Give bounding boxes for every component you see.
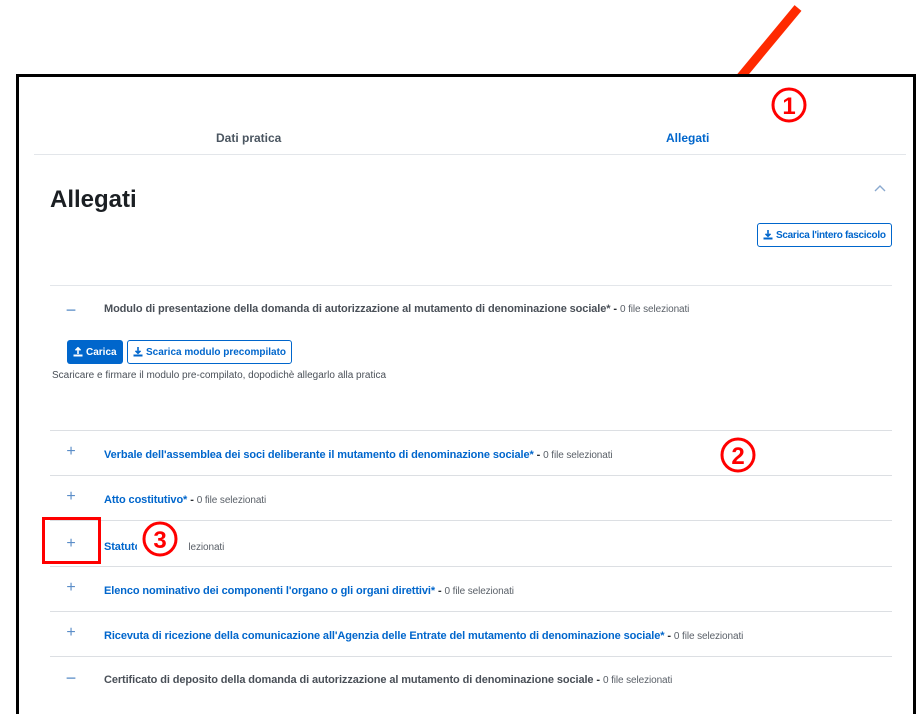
collapse-minus-icon[interactable]: − xyxy=(64,668,78,689)
attachment-label[interactable]: Certificato di deposito della domanda di… xyxy=(104,674,672,686)
download-all-button[interactable]: Scarica l'intero fascicolo xyxy=(757,223,892,247)
svg-text:2: 2 xyxy=(731,443,744,470)
page-title: Allegati xyxy=(50,186,137,213)
upload-hint: Scaricare e firmare il modulo pre-compil… xyxy=(52,370,387,381)
tab-bar: Dati pratica Allegati xyxy=(34,124,906,155)
download-all-label: Scarica l'intero fascicolo xyxy=(776,229,886,241)
attachment-row-elenco: + Elenco nominativo dei componenti l'org… xyxy=(50,566,892,611)
collapse-minus-icon[interactable]: − xyxy=(64,300,78,321)
upload-icon xyxy=(73,347,83,357)
annotation-callout-2: 2 xyxy=(720,437,756,473)
svg-text:1: 1 xyxy=(782,93,795,120)
expand-plus-icon[interactable]: + xyxy=(64,443,78,461)
tab-dati-pratica[interactable]: Dati pratica xyxy=(216,131,281,145)
annotation-callout-3: 3 xyxy=(137,521,189,557)
download-template-label: Scarica modulo precompilato xyxy=(146,346,287,358)
attachment-label[interactable]: Atto costitutivo* - 0 file selezionati xyxy=(104,494,266,506)
attachment-row-atto-costitutivo: + Atto costitutivo* - 0 file selezionati xyxy=(50,475,892,520)
expand-plus-icon[interactable]: + xyxy=(64,579,78,597)
download-template-button[interactable]: Scarica modulo precompilato xyxy=(127,340,293,364)
download-icon xyxy=(763,230,773,240)
expand-plus-icon[interactable]: + xyxy=(64,624,78,642)
upload-label: Carica xyxy=(86,346,117,358)
attachment-label[interactable]: Ricevuta di ricezione della comunicazion… xyxy=(104,630,743,642)
annotation-highlight-box xyxy=(42,517,101,564)
attachment-row-certificato: − Certificato di deposito della domanda … xyxy=(50,656,892,701)
attachment-label[interactable]: Elenco nominativo dei componenti l'organ… xyxy=(104,585,514,597)
attachment-label[interactable]: Verbale dell'assemblea dei soci delibera… xyxy=(104,449,613,461)
tab-allegati[interactable]: Allegati xyxy=(666,131,709,145)
download-icon xyxy=(133,347,143,357)
expand-plus-icon[interactable]: + xyxy=(64,488,78,506)
attachment-row-ricevuta: + Ricevuta di ricezione della comunicazi… xyxy=(50,611,892,656)
attachment-row-verbale: + Verbale dell'assemblea dei soci delibe… xyxy=(50,430,892,475)
attachment-label[interactable]: Modulo di presentazione della domanda di… xyxy=(104,303,689,315)
upload-button[interactable]: Carica xyxy=(67,340,123,364)
collapse-chevron-up-icon[interactable] xyxy=(873,181,887,195)
svg-text:3: 3 xyxy=(153,527,166,554)
annotation-callout-1: 1 xyxy=(771,87,807,123)
